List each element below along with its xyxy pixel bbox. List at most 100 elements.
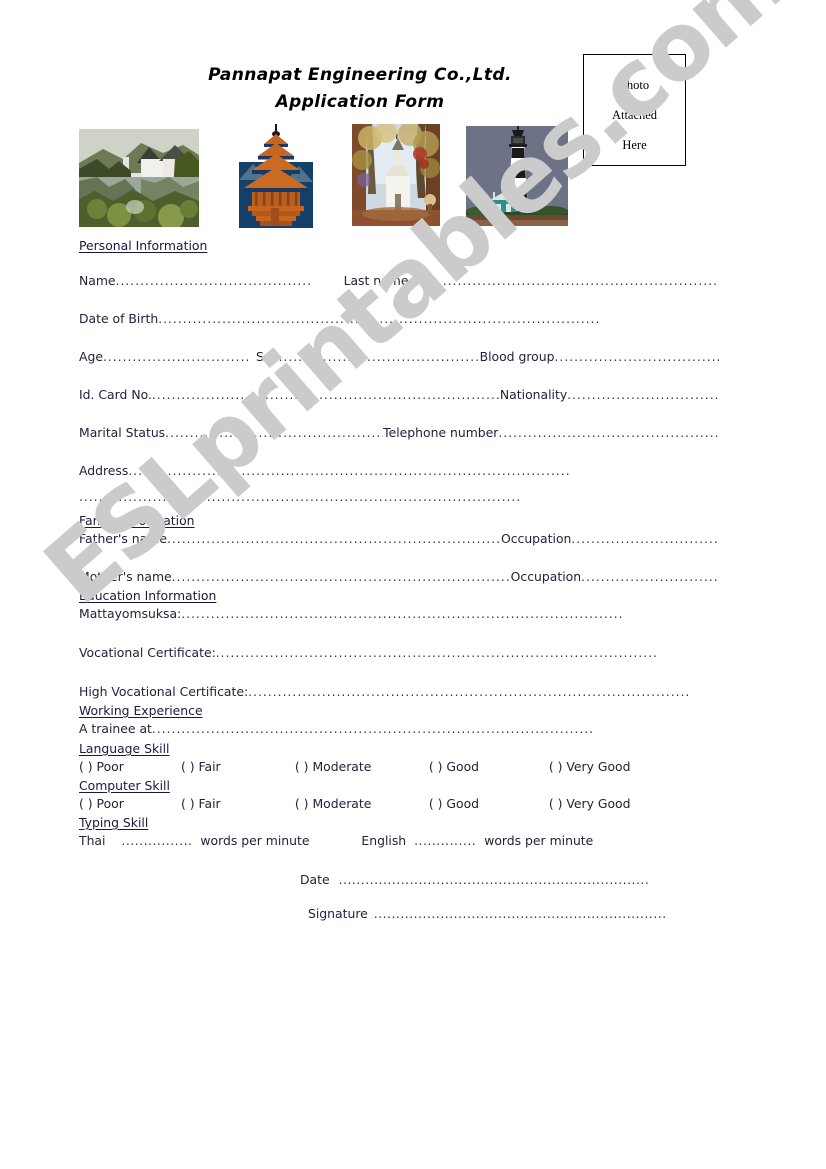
lighthouse-illustration xyxy=(466,126,568,226)
last-name-label: Last name xyxy=(343,273,409,288)
vocational-certificate-label: Vocational Certificate: xyxy=(79,645,216,660)
id-card-label: Id. Card No. xyxy=(79,387,152,402)
name-label: Name xyxy=(79,273,116,288)
date-label: Date xyxy=(300,872,330,887)
telephone-input-line[interactable]: ........................................… xyxy=(498,426,719,440)
computer-skill-option-fair[interactable]: ( ) Fair xyxy=(181,796,291,811)
application-form-page: Pannapat Engineering Co.,Ltd. Applicatio… xyxy=(0,0,826,1169)
field-high-vocational-row[interactable]: High Vocational Certificate: ...........… xyxy=(79,684,719,699)
field-mother-row[interactable]: Mother's name ..........................… xyxy=(79,569,719,584)
working-heading-text: Working Experience xyxy=(79,703,203,718)
date-input-line[interactable]: ........................................… xyxy=(334,872,650,887)
signature-row[interactable]: Signature ..............................… xyxy=(308,906,758,921)
section-heading-language-skill: Language Skill xyxy=(79,741,719,756)
language-skill-option-fair[interactable]: ( ) Fair xyxy=(181,759,291,774)
language-skill-option-moderate[interactable]: ( ) Moderate xyxy=(295,759,425,774)
section-heading-working: Working Experience xyxy=(79,703,719,718)
dob-label: Date of Birth xyxy=(79,311,159,326)
computer-skill-option-moderate[interactable]: ( ) Moderate xyxy=(295,796,425,811)
typing-thai-label: Thai xyxy=(79,833,106,848)
signature-label: Signature xyxy=(308,906,368,921)
mother-occupation-label: Occupation xyxy=(510,569,582,584)
sex-input-line[interactable]: ........................................… xyxy=(279,350,480,364)
typing-thai-input-line[interactable]: ................ xyxy=(109,833,196,848)
field-mattayom-row[interactable]: Mattayomsuksa: .........................… xyxy=(79,606,719,621)
photo-box-line-1: Photo xyxy=(619,78,650,92)
blood-group-input-line[interactable]: ........................................ xyxy=(554,350,719,364)
address-input-line-2[interactable]: ........................................… xyxy=(79,490,699,504)
language-skill-options: ( ) Poor ( ) Fair ( ) Moderate ( ) Good … xyxy=(79,759,719,774)
section-heading-computer-skill: Computer Skill xyxy=(79,778,719,793)
form-body: Personal Information Name ..............… xyxy=(79,238,719,848)
nationality-input-line[interactable]: ........................................ xyxy=(567,388,719,402)
last-name-input-line[interactable]: ........................................… xyxy=(408,274,719,288)
field-father-row[interactable]: Father's name ..........................… xyxy=(79,531,719,546)
father-name-label: Father's name xyxy=(79,531,167,546)
typing-thai-unit: words per minute xyxy=(200,833,310,848)
language-skill-option-good[interactable]: ( ) Good xyxy=(429,759,545,774)
name-input-line[interactable]: ........................................ xyxy=(116,274,344,288)
date-row[interactable]: Date ...................................… xyxy=(300,872,760,887)
company-title: Pannapat Engineering Co.,Ltd. xyxy=(208,65,512,85)
mattayomsuksa-input-line[interactable]: ........................................… xyxy=(181,607,719,621)
age-label: Age xyxy=(79,349,103,364)
house-by-lake-painting xyxy=(79,129,199,227)
pagoda-temple-clipart xyxy=(233,122,319,228)
field-id-nationality-row[interactable]: Id. Card No. ...........................… xyxy=(79,387,719,402)
section-heading-education: Education Information xyxy=(79,588,719,603)
education-heading-text: Education Information xyxy=(79,588,217,603)
field-dob-row[interactable]: Date of Birth ..........................… xyxy=(79,311,719,326)
marital-status-input-line[interactable]: ........................................… xyxy=(165,426,383,440)
computer-skill-option-poor[interactable]: ( ) Poor xyxy=(79,796,177,811)
father-occupation-input-line[interactable]: ........................................ xyxy=(571,532,719,546)
trainee-input-line[interactable]: ........................................… xyxy=(152,722,719,736)
field-address-row-2[interactable]: ........................................… xyxy=(79,490,719,504)
field-age-sex-blood-row[interactable]: Age .............................. Sex .… xyxy=(79,349,719,364)
typing-skill-heading-text: Typing Skill xyxy=(79,815,149,830)
marital-status-label: Marital Status xyxy=(79,425,166,440)
photo-attach-box[interactable]: Photo Attached Here xyxy=(583,54,686,166)
mother-name-input-line[interactable]: ........................................… xyxy=(172,570,511,584)
language-skill-option-very-good[interactable]: ( ) Very Good xyxy=(549,759,631,774)
typing-english-unit: words per minute xyxy=(484,833,594,848)
photo-box-line-3: Here xyxy=(622,138,647,152)
family-heading-text: Family Information xyxy=(79,513,195,528)
form-header: Pannapat Engineering Co.,Ltd. Applicatio… xyxy=(150,62,570,116)
language-skill-option-poor[interactable]: ( ) Poor xyxy=(79,759,177,774)
signature-input-line[interactable]: ........................................… xyxy=(372,906,667,921)
section-heading-typing-skill: Typing Skill xyxy=(79,815,719,830)
field-address-row[interactable]: Address ................................… xyxy=(79,463,719,478)
high-vocational-certificate-input-line[interactable]: ........................................… xyxy=(248,685,719,699)
father-occupation-label: Occupation xyxy=(500,531,572,546)
father-name-input-line[interactable]: ........................................… xyxy=(167,532,501,546)
trainee-label: A trainee at xyxy=(79,721,152,736)
high-vocational-certificate-label: High Vocational Certificate: xyxy=(79,684,249,699)
age-input-line[interactable]: .............................. xyxy=(103,350,256,364)
field-marital-telephone-row[interactable]: Marital Status .........................… xyxy=(79,425,719,440)
computer-skill-option-very-good[interactable]: ( ) Very Good xyxy=(549,796,631,811)
mother-name-label: Mother's name xyxy=(79,569,172,584)
sex-label: Sex xyxy=(255,349,279,364)
address-input-line-1[interactable]: ........................................… xyxy=(128,464,719,478)
computer-skill-heading-text: Computer Skill xyxy=(79,778,170,793)
section-heading-personal: Personal Information xyxy=(79,238,719,253)
mother-occupation-input-line[interactable]: ........................................ xyxy=(581,570,719,584)
blood-group-label: Blood group xyxy=(479,349,555,364)
computer-skill-options: ( ) Poor ( ) Fair ( ) Moderate ( ) Good … xyxy=(79,796,719,811)
dob-input-line[interactable]: ........................................… xyxy=(158,312,719,326)
telephone-label: Telephone number xyxy=(383,425,499,440)
section-heading-family: Family Information xyxy=(79,513,719,528)
field-name-row[interactable]: Name ...................................… xyxy=(79,273,719,288)
computer-skill-option-good[interactable]: ( ) Good xyxy=(429,796,545,811)
typing-english-label: English xyxy=(361,833,407,848)
vocational-certificate-input-line[interactable]: ........................................… xyxy=(216,646,719,660)
field-trainee-row[interactable]: A trainee at ...........................… xyxy=(79,721,719,736)
personal-heading-text: Personal Information xyxy=(79,238,208,253)
photo-box-line-2: Attached xyxy=(611,108,658,122)
address-label: Address xyxy=(79,463,129,478)
form-title: Application Form xyxy=(275,92,445,112)
id-card-input-line[interactable]: ........................................… xyxy=(152,388,500,402)
typing-skill-row: Thai ................ words per minute E… xyxy=(79,833,719,848)
field-vocational-row[interactable]: Vocational Certificate: ................… xyxy=(79,645,719,660)
typing-english-input-line[interactable]: .............. xyxy=(410,833,480,848)
